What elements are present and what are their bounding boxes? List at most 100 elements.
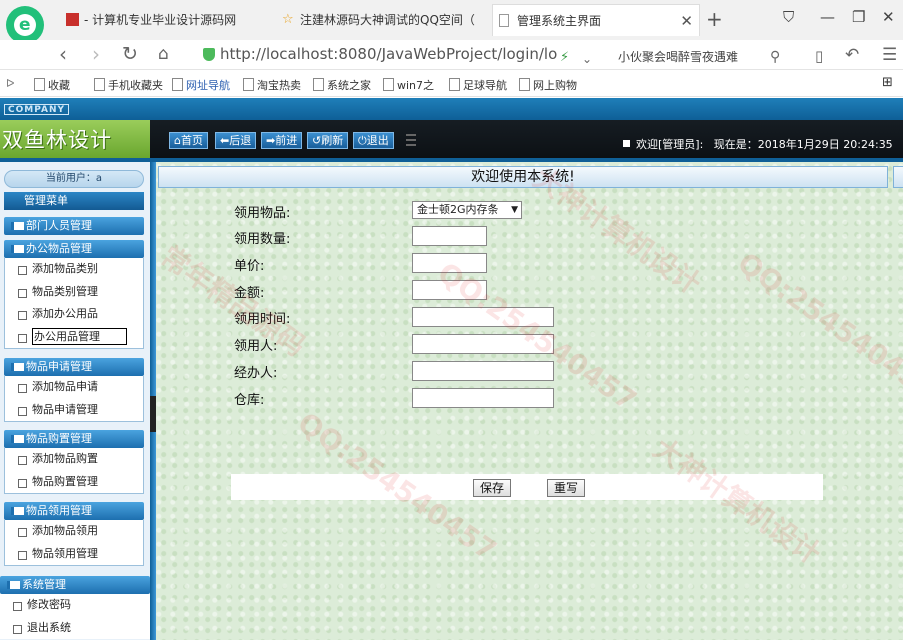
sidebar-list-requests: 添加物品申请 物品申请管理 — [4, 376, 144, 422]
sidebar-item-add-category[interactable]: 添加物品类别 — [5, 258, 143, 281]
close-tab-icon[interactable]: ✕ — [680, 5, 693, 36]
sidebar-item-add-purchase[interactable]: 添加物品购置 — [5, 448, 143, 471]
bookmark-football[interactable]: 足球导航 — [449, 77, 507, 93]
user-input[interactable] — [412, 334, 554, 354]
price-input[interactable] — [412, 253, 487, 273]
sidebar-item-add-office-item[interactable]: 添加办公用品 — [5, 303, 143, 326]
current-user: 当前用户：a — [4, 170, 144, 188]
browser-tabbar: e - 计算机专业毕业设计源码网 ☆ 注建林源码大神调试的QQ空间（ 管理系统主… — [0, 0, 903, 44]
user-label: 领用人: — [234, 339, 278, 354]
sidebar-list-office-items: 添加物品类别 物品类别管理 添加办公用品 办公用品管理 — [4, 258, 144, 349]
sidebar-item-add-request[interactable]: 添加物品申请 — [5, 376, 143, 399]
sidebar-item-purchase-manage[interactable]: 物品购置管理 — [5, 471, 143, 494]
menu-title: 管理菜单 — [4, 192, 144, 210]
handler-input[interactable] — [412, 361, 554, 381]
list-icon — [406, 134, 416, 146]
bookmark-taobao[interactable]: 淘宝热卖 — [243, 77, 301, 93]
content-title: 欢迎使用本系统! — [158, 166, 888, 188]
sidebar-item-request-manage[interactable]: 物品申请管理 — [5, 399, 143, 422]
star-favicon-icon: ☆ — [282, 12, 294, 27]
new-tab-button[interactable]: + — [706, 9, 723, 29]
security-shield-icon — [203, 48, 215, 61]
form-footer: 保存 重写 — [231, 474, 823, 500]
menu-icon[interactable]: ☰ — [882, 44, 897, 66]
bookmark-system-home[interactable]: 系统之家 — [313, 77, 371, 93]
sidebar-item-usage-manage[interactable]: 物品领用管理 — [5, 543, 143, 566]
sidebar-item-change-password[interactable]: 修改密码 — [0, 594, 150, 617]
chevron-down-icon[interactable]: ⌄ — [582, 48, 592, 70]
app-header: 双鱼林设计 ⌂首页 ⬅后退 ➡前进 ↺刷新 ⏻退出 欢迎[管理员]: 现在是：2… — [0, 120, 903, 158]
price-label: 单价: — [234, 259, 265, 274]
sidebar-section-requests[interactable]: 物品申请管理 — [4, 358, 144, 376]
sidebar: 当前用户：a 管理菜单 部门人员管理 办公物品管理 添加物品类别 物品类别管理 … — [0, 162, 152, 640]
browser-logo: e — [6, 6, 44, 44]
app-logo: 双鱼林设计 — [0, 120, 150, 158]
content-title-edge — [893, 166, 903, 188]
search-input[interactable]: 小伙聚会喝醉雪夜遇难 — [618, 48, 738, 65]
sidebar-section-office-items[interactable]: 办公物品管理 — [4, 240, 144, 258]
time-input[interactable] — [412, 307, 554, 327]
browser-tab-1[interactable]: - 计算机专业毕业设计源码网 — [60, 4, 270, 36]
logout-button[interactable]: ⏻退出 — [353, 132, 394, 149]
browser-navbar: ‹ › ↻ ⌂ http://localhost:8080/JavaWebPro… — [0, 40, 903, 70]
save-button[interactable]: 保存 — [473, 479, 512, 497]
user-status: 欢迎[管理员]: 现在是：2018年1月29日 20:24:35 — [623, 136, 893, 152]
sidebar-section-staff[interactable]: 部门人员管理 — [4, 217, 144, 235]
minimize-icon[interactable]: — — [820, 8, 835, 26]
close-window-icon[interactable]: ✕ — [882, 8, 895, 26]
sidebar-list-purchase: 添加物品购置 物品购置管理 — [4, 448, 144, 494]
handler-label: 经办人: — [234, 366, 278, 381]
status-square-icon — [623, 140, 630, 147]
amount-input[interactable] — [412, 280, 487, 300]
dropdown-arrow-icon: ▼ — [511, 205, 518, 215]
grid-icon[interactable]: ⊞ — [882, 75, 893, 90]
undo-icon[interactable]: ↶ — [845, 44, 859, 66]
content-area: 欢迎使用本系统! 领用物品: 金士顿2G内存条 ▼ 领用数量: 单价: 金额: 领… — [156, 162, 903, 640]
forward-icon[interactable]: › — [92, 43, 100, 65]
sidebar-section-system[interactable]: 系统管理 — [0, 576, 150, 594]
home-icon[interactable]: ⌂ — [158, 43, 169, 65]
warehouse-input[interactable] — [412, 388, 554, 408]
web-app: COMPANY 双鱼林设计 ⌂首页 ⬅后退 ➡前进 ↺刷新 ⏻退出 欢迎[管理员… — [0, 98, 903, 640]
browser-tab-active[interactable]: 管理系统主界面 ✕ — [492, 4, 700, 36]
bookmark-win7[interactable]: win7之 — [383, 77, 434, 93]
back-button[interactable]: ⬅后退 — [215, 132, 257, 149]
home-button[interactable]: ⌂首页 — [169, 132, 208, 149]
refresh-button[interactable]: ↺刷新 — [307, 132, 349, 149]
sidebar-item-add-usage[interactable]: 添加物品领用 — [5, 520, 143, 543]
app-top-strip: COMPANY — [0, 98, 903, 120]
reload-icon[interactable]: ↻ — [122, 43, 138, 65]
sidebar-item-category-manage[interactable]: 物品类别管理 — [5, 281, 143, 304]
browser-tab-2[interactable]: ☆ 注建林源码大神调试的QQ空间（ — [276, 4, 486, 36]
forward-button[interactable]: ➡前进 — [261, 132, 303, 149]
company-badge: COMPANY — [4, 104, 69, 115]
bookmark-mobile[interactable]: 手机收藏夹 — [94, 77, 163, 93]
back-icon[interactable]: ‹ — [59, 43, 67, 65]
search-icon[interactable]: ⚲ — [770, 46, 780, 68]
item-select[interactable]: 金士顿2G内存条 ▼ — [412, 201, 522, 219]
bookmark-nav[interactable]: 网址导航 — [172, 77, 230, 93]
reset-button[interactable]: 重写 — [547, 479, 586, 497]
sidebar-list-system: 修改密码 退出系统 — [0, 594, 150, 639]
bookmarks-toggle-icon[interactable]: ᐅ — [6, 77, 14, 90]
address-bar[interactable]: http://localhost:8080/JavaWebProject/log… — [200, 43, 598, 66]
lightning-icon[interactable]: ⚡ — [560, 47, 569, 69]
phone-icon[interactable]: ▯ — [815, 45, 823, 67]
item-label: 领用物品: — [234, 206, 291, 221]
amount-label: 金额: — [234, 286, 265, 301]
current-time: 现在是：2018年1月29日 20:24:35 — [713, 138, 893, 151]
bookmarks-bar: ᐅ 收藏 手机收藏夹 网址导航 淘宝热卖 系统之家 win7之 足球导航 网上购… — [0, 71, 903, 97]
sidebar-section-usage[interactable]: 物品领用管理 — [4, 502, 144, 520]
shirt-icon[interactable]: ⛉ — [783, 8, 794, 26]
sidebar-section-purchase[interactable]: 物品购置管理 — [4, 430, 144, 448]
bookmark-favorites[interactable]: 收藏 — [34, 77, 70, 93]
bookmark-shopping[interactable]: 网上购物 — [519, 77, 577, 93]
site-favicon-icon — [66, 13, 79, 26]
time-label: 领用时间: — [234, 312, 291, 327]
sidebar-item-office-item-manage[interactable]: 办公用品管理 — [5, 326, 143, 349]
restore-icon[interactable]: ❐ — [852, 8, 865, 26]
qty-input[interactable] — [412, 226, 487, 246]
sidebar-item-exit-system[interactable]: 退出系统 — [0, 617, 150, 640]
sidebar-list-usage: 添加物品领用 物品领用管理 — [4, 520, 144, 566]
page-favicon-icon — [499, 14, 509, 27]
